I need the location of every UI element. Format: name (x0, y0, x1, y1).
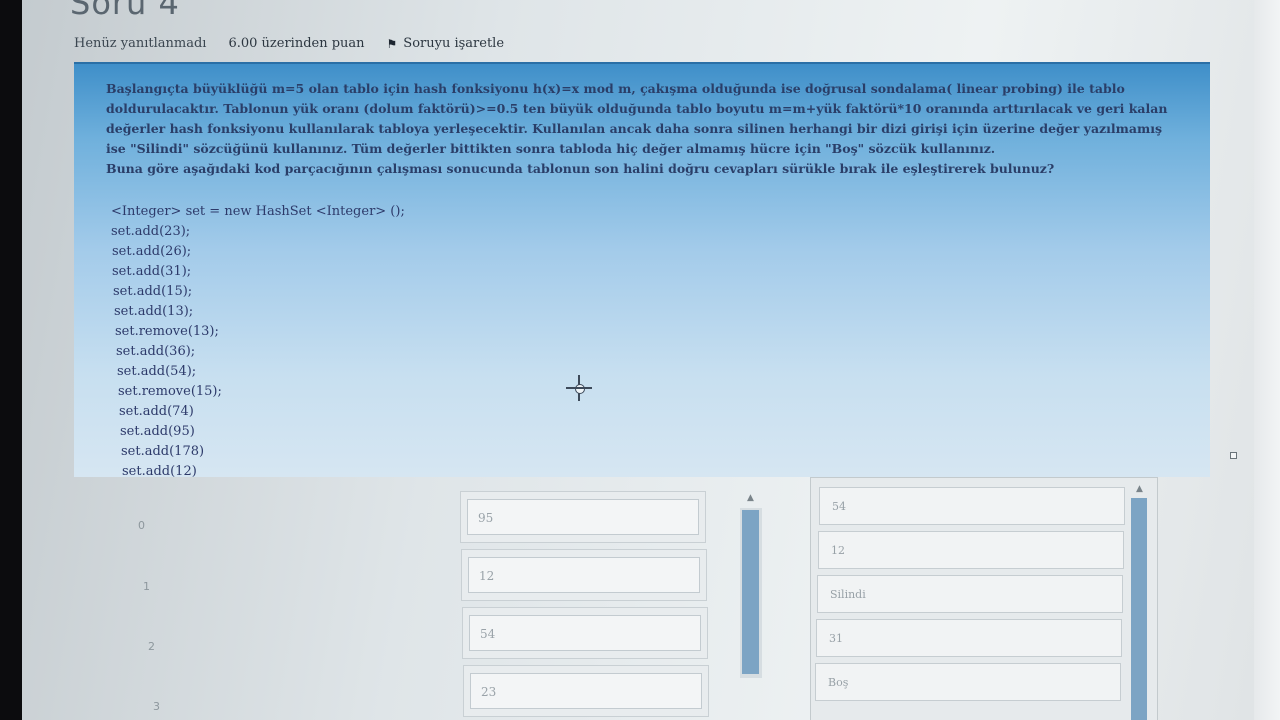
code-line: set.add(54); (117, 364, 197, 379)
code-line: set.add(95) (120, 424, 195, 439)
code-snippet: <Integer> set = new HashSet <Integer> ()… (111, 202, 405, 482)
code-line: set.remove(15); (118, 384, 222, 399)
question-text-box: Başlangıçta büyüklüğü m=5 olan tablo içi… (74, 62, 1210, 479)
code-line: set.add(74) (119, 404, 194, 419)
code-line: set.remove(13); (115, 324, 219, 339)
question-points: 6.00 üzerinden puan (228, 36, 365, 51)
option-item[interactable]: 31 (816, 619, 1122, 657)
drop-slot-2[interactable]: 54 (462, 607, 708, 659)
code-line: set.add(178) (121, 444, 205, 459)
index-label-1: 1 (143, 580, 150, 593)
option-item[interactable]: Boş (815, 663, 1121, 701)
screen: Soru 4 Henüz yanıtlanmadı 6.00 üzerinden… (22, 0, 1280, 720)
placed-answer[interactable]: 54 (469, 615, 701, 651)
index-label-0: 0 (138, 519, 145, 532)
question-info: Henüz yanıtlanmadı 6.00 üzerinden puan ⚑… (74, 36, 504, 51)
slots-scrollbar[interactable] (740, 508, 762, 678)
option-item[interactable]: 12 (818, 531, 1124, 569)
drop-slot-0[interactable]: 95 (460, 491, 706, 543)
code-line: set.add(23); (111, 224, 191, 239)
flag-question-link[interactable]: ⚑ Soruyu işaretle (387, 36, 505, 51)
question-title: Soru 4 (70, 0, 180, 22)
scroll-up-arrow-icon[interactable]: ▲ (747, 493, 754, 503)
resize-handle-icon[interactable] (1230, 452, 1237, 459)
placed-answer[interactable]: 23 (470, 673, 702, 709)
drop-slot-1[interactable]: 12 (461, 549, 707, 601)
flag-icon: ⚑ (386, 36, 398, 51)
options-scrollbar-thumb[interactable] (1131, 498, 1147, 720)
option-item[interactable]: Silindi (817, 575, 1123, 613)
drop-slot-3[interactable]: 23 (463, 665, 709, 717)
code-line: <Integer> set = new HashSet <Integer> ()… (111, 204, 405, 219)
placed-answer[interactable]: 12 (468, 557, 700, 593)
index-label-2: 2 (148, 640, 155, 653)
answer-options-panel: 54 12 Silindi 31 Boş ▲ (810, 477, 1158, 720)
flag-question-label: Soruyu işaretle (403, 36, 505, 51)
code-line: set.add(26); (112, 244, 192, 259)
code-line: set.add(31); (112, 264, 192, 279)
code-line: set.add(36); (116, 344, 196, 359)
question-status: Henüz yanıtlanmadı (74, 36, 207, 51)
monitor-bezel (1254, 0, 1280, 720)
code-line: set.add(12) (122, 464, 197, 479)
index-label-3: 3 (153, 700, 160, 713)
question-prompt: Buna göre aşağıdaki kod parçacığının çal… (106, 161, 1055, 176)
code-line: set.add(15); (113, 284, 193, 299)
placed-answer[interactable]: 95 (467, 499, 699, 535)
option-item[interactable]: 54 (819, 487, 1125, 525)
options-scroll-up-icon[interactable]: ▲ (1136, 484, 1143, 494)
slots-scrollbar-thumb[interactable] (742, 510, 759, 674)
code-line: set.add(13); (114, 304, 194, 319)
crosshair-cursor-icon (566, 375, 592, 401)
question-paragraph: Başlangıçta büyüklüğü m=5 olan tablo içi… (106, 79, 1186, 179)
question-description: Başlangıçta büyüklüğü m=5 olan tablo içi… (106, 81, 1168, 156)
